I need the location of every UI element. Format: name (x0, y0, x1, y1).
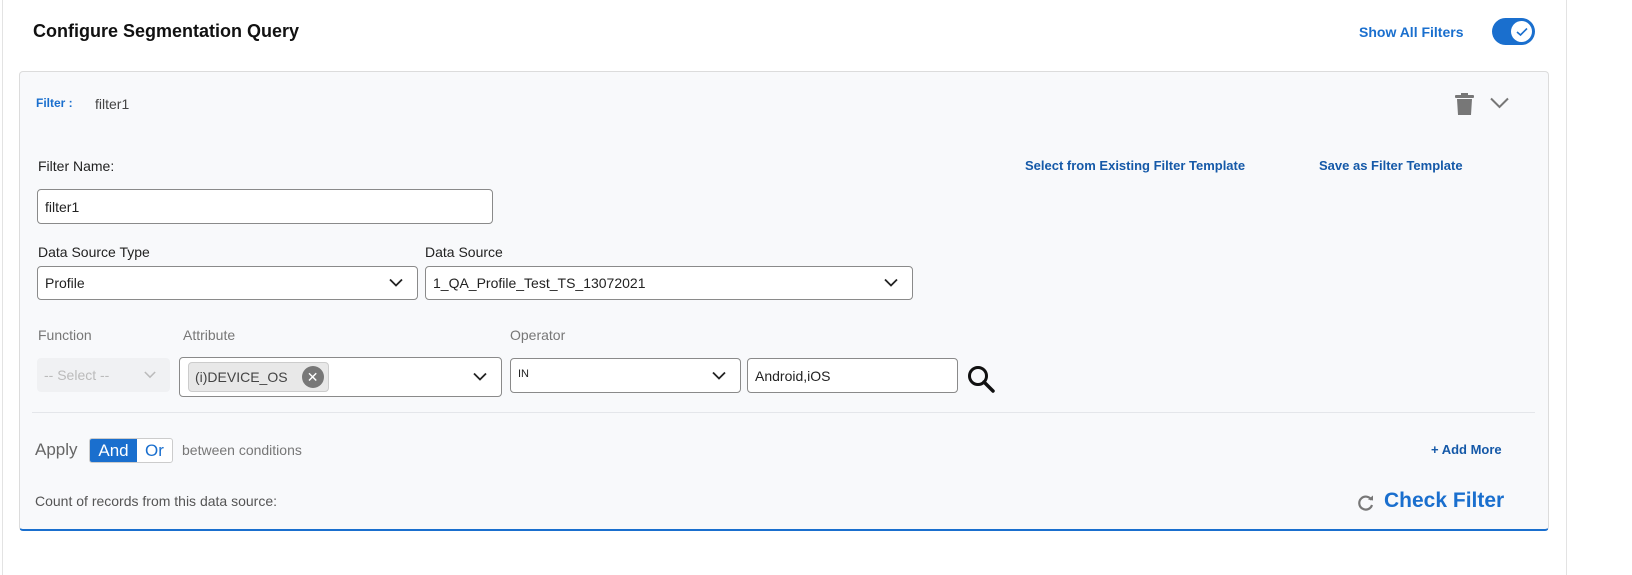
divider (32, 412, 1535, 413)
data-source-select[interactable]: 1_QA_Profile_Test_TS_13072021 (425, 266, 913, 300)
filter-title: filter1 (95, 96, 130, 112)
check-filter-button[interactable]: Check Filter (1384, 489, 1504, 513)
chevron-down-icon[interactable] (1490, 97, 1509, 109)
data-source-type-label: Data Source Type (38, 244, 150, 260)
function-label: Function (38, 327, 92, 343)
filter-label: Filter : (36, 96, 73, 110)
chevron-down-icon (884, 278, 898, 287)
search-icon[interactable] (966, 364, 996, 394)
operator-select[interactable]: IN (510, 358, 741, 393)
data-source-label: Data Source (425, 244, 503, 260)
chevron-down-icon (473, 372, 487, 381)
count-label: Count of records from this data source: (35, 493, 277, 509)
or-button[interactable]: Or (137, 439, 172, 462)
chevron-down-icon (144, 371, 156, 379)
attribute-chip-label: (i)DEVICE_OS (195, 369, 288, 385)
chevron-down-icon (389, 278, 403, 287)
attribute-chip: (i)DEVICE_OS ✕ (188, 362, 329, 392)
chevron-down-icon (712, 371, 726, 380)
select-existing-template-link[interactable]: Select from Existing Filter Template (1025, 158, 1245, 173)
value-input[interactable]: Android,iOS (747, 358, 958, 393)
refresh-icon[interactable] (1357, 494, 1375, 512)
data-source-type-select[interactable]: Profile (37, 266, 418, 300)
show-all-filters-label[interactable]: Show All Filters (1359, 24, 1464, 40)
data-source-type-value: Profile (45, 275, 85, 291)
attribute-label: Attribute (183, 327, 236, 343)
filter-card (19, 71, 1549, 531)
filter-name-input[interactable]: filter1 (37, 189, 493, 224)
data-source-value: 1_QA_Profile_Test_TS_13072021 (433, 275, 646, 291)
trash-icon[interactable] (1455, 93, 1474, 115)
apply-label: Apply (35, 440, 78, 459)
page-title: Configure Segmentation Query (33, 21, 300, 41)
and-button[interactable]: And (90, 439, 137, 462)
operator-label: Operator (510, 327, 566, 343)
function-placeholder: -- Select -- (44, 367, 110, 383)
save-as-template-link[interactable]: Save as Filter Template (1319, 158, 1463, 173)
function-select[interactable]: -- Select -- (37, 358, 170, 392)
remove-chip-icon[interactable]: ✕ (301, 366, 324, 388)
show-all-filters-toggle[interactable] (1492, 18, 1535, 45)
operator-value: IN (518, 368, 529, 380)
add-more-link[interactable]: + Add More (1431, 442, 1502, 457)
check-icon (1515, 27, 1528, 36)
filter-name-label: Filter Name: (38, 158, 115, 174)
between-conditions-label: between conditions (182, 442, 302, 458)
attribute-select[interactable]: (i)DEVICE_OS ✕ (179, 357, 502, 397)
and-or-toggle: And Or (89, 438, 173, 463)
